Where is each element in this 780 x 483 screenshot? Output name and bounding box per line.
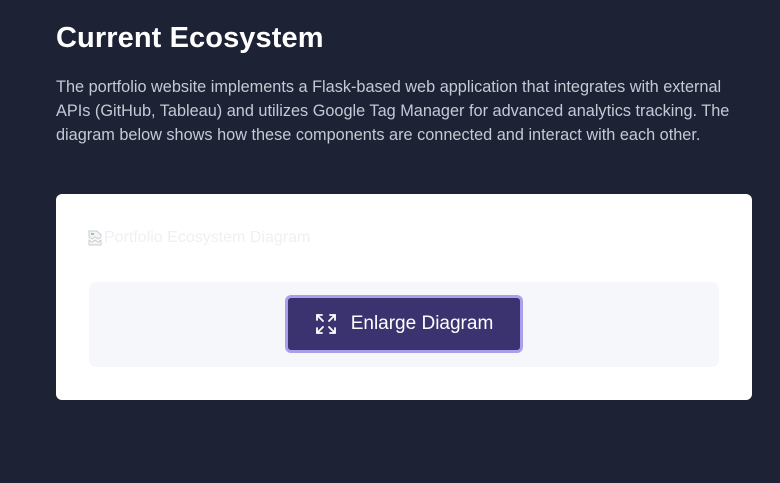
diagram-alt-text: Portfolio Ecosystem Diagram	[104, 229, 311, 246]
section-description: The portfolio website implements a Flask…	[56, 78, 730, 144]
enlarge-diagram-label: Enlarge Diagram	[350, 313, 494, 334]
diagram-image[interactable]: Portfolio Ecosystem Diagram	[88, 228, 310, 248]
section-title: Current Ecosystem	[56, 22, 324, 54]
expand-icon	[315, 314, 336, 334]
diagram-controls: Enlarge Diagram	[89, 282, 719, 367]
diagram-card: Portfolio Ecosystem Diagram Enlarge Diag…	[56, 194, 752, 400]
enlarge-diagram-button[interactable]: Enlarge Diagram	[285, 295, 523, 353]
broken-image-icon	[88, 230, 102, 246]
